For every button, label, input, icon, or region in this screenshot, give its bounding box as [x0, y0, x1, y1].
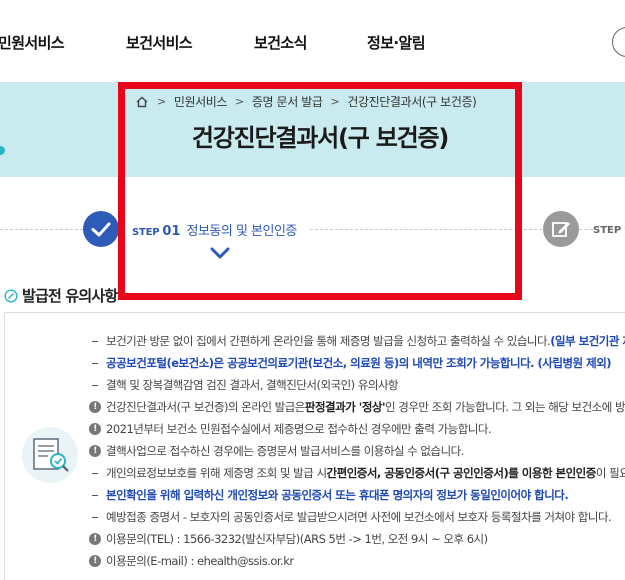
- breadcrumb-item-civil-service[interactable]: 민원서비스: [174, 93, 228, 110]
- notice-text: 이 필요: [595, 466, 625, 480]
- step2-step-text: STEP: [593, 225, 622, 236]
- notice-item: 예방접종 증명서 - 보호자의 공동인증서로 발급받으시려면 사전에 보건소에서…: [88, 506, 625, 528]
- chevron-down-icon: [210, 247, 230, 259]
- notice-item: ! 2021년부터 보건소 민원접수실에서 제증명으로 접수하신 경우에만 출력…: [88, 418, 625, 440]
- breadcrumb-separator: >: [157, 95, 166, 108]
- step1-step-text: STEP: [132, 227, 160, 238]
- search-circle-icon[interactable]: [612, 27, 625, 57]
- notice-item: 공공보건포털(e보건소)은 공공보건의료기관(보건소, 의료원 등)의 내역만 …: [88, 352, 625, 374]
- document-search-icon: [22, 427, 78, 483]
- section-title: 발급전 유의사항: [22, 287, 118, 305]
- page-title: 건강진단결과서(구 보건증): [191, 124, 450, 152]
- notice-item: 개인의료정보보호를 위해 제증명 조회 및 발급 시 간편인증서, 공동인증서(…: [88, 462, 625, 484]
- exclamation-icon: !: [88, 423, 102, 435]
- home-icon[interactable]: [135, 95, 149, 109]
- breadcrumb: > 민원서비스 > 증명 문서 발급 > 건강진단결과서(구 보건증): [135, 93, 515, 110]
- step1-check-icon: [83, 211, 119, 247]
- notice-item: ! 건강진단결과서(구 보건증)의 온라인 발급은 판정결과가 '정상' 인 경우…: [88, 396, 625, 418]
- step2-pencil-icon: [543, 211, 579, 247]
- breadcrumb-item-certificate[interactable]: 증명 문서 발급: [252, 93, 323, 110]
- notice-item: ! 이용문의(E-mail) : ehealth@ssis.or.kr: [88, 550, 625, 572]
- nav-item-civil-service[interactable]: 민원서비스: [0, 32, 65, 53]
- notice-text: 이용문의(TEL) : 1566-3232(발신자부담)(ARS 5번 -> 1…: [106, 532, 488, 546]
- notice-text: 결핵사업으로 접수하신 경우에는 증명문서 발급서비스를 이용하실 수 없습니다…: [106, 444, 464, 458]
- notice-item: 본인확인을 위해 입력하신 개인정보와 공동인증서 또는 휴대폰 명의자의 정보…: [88, 484, 625, 506]
- notice-item: 보건기관 방문 없이 집에서 간편하게 온라인을 통해 제증명 발급을 신청하고…: [88, 330, 625, 352]
- step-connector-line: [310, 229, 542, 230]
- section-heading: 발급전 유의사항: [4, 285, 118, 306]
- step1-number: 01: [162, 224, 181, 239]
- notice-text: 건강진단결과서(구 보건증)의 온라인 발급은: [106, 400, 305, 414]
- exclamation-icon: !: [88, 401, 102, 413]
- notice-text-highlight: (일부 보건기관 제: [550, 334, 625, 348]
- notice-item: ! 이용문의(TEL) : 1566-3232(발신자부담)(ARS 5번 ->…: [88, 528, 625, 550]
- dash-bullet: [88, 472, 102, 474]
- exclamation-icon: !: [88, 445, 102, 457]
- notice-item: ! 결핵사업으로 접수하신 경우에는 증명문서 발급서비스를 이용하실 수 없습…: [88, 440, 625, 462]
- step1-label: STEP 01 정보동의 및 본인인증: [132, 220, 297, 239]
- step-connector-line: [579, 229, 593, 230]
- nav-item-health-service[interactable]: 보건서비스: [126, 32, 193, 53]
- breadcrumb-separator: >: [235, 95, 244, 108]
- notice-text-bold: 간편인증서, 공동인증서(구 공인인증서)를 이용한 본인인증: [326, 466, 597, 480]
- info-circle-icon: [4, 288, 18, 303]
- breadcrumb-item-health-cert[interactable]: 건강진단결과서(구 보건증): [347, 93, 476, 110]
- notice-text: 예방접종 증명서 - 보호자의 공동인증서로 발급받으시려면 사전에 보건소에서…: [106, 510, 612, 524]
- top-nav: 민원서비스 보건서비스 보건소식 정보·알림: [0, 0, 625, 82]
- nav-item-info-notice[interactable]: 정보·알림: [367, 32, 426, 53]
- notice-list: 보건기관 방문 없이 집에서 간편하게 온라인을 통해 제증명 발급을 신청하고…: [88, 330, 625, 572]
- notice-text: 본인확인을 위해 입력하신 개인정보와 공동인증서 또는 휴대폰 명의자의 정보…: [106, 488, 569, 502]
- notice-text: 개인의료정보보호를 위해 제증명 조회 및 발급 시: [106, 466, 327, 480]
- notice-item: 결핵 및 장복결핵감염 검진 결과서, 결핵진단서(외국인) 유의사항: [88, 374, 625, 396]
- dash-bullet: [88, 362, 102, 364]
- nav-item-health-news[interactable]: 보건소식: [254, 32, 307, 53]
- notice-text: 이용문의(E-mail) : ehealth@ssis.or.kr: [106, 554, 294, 568]
- breadcrumb-separator: >: [330, 95, 340, 108]
- notice-text: 결핵 및 장복결핵감염 검진 결과서, 결핵진단서(외국인) 유의사항: [106, 378, 399, 392]
- notice-text: 2021년부터 보건소 민원접수실에서 제증명으로 접수하신 경우에만 출력 가…: [106, 422, 492, 436]
- step1-title: 정보동의 및 본인인증: [186, 224, 297, 239]
- exclamation-icon: !: [88, 533, 102, 545]
- dash-bullet: [88, 384, 102, 386]
- step-connector-line: [0, 229, 83, 230]
- step2-label: STEP 0: [593, 222, 625, 237]
- notice-text: 인 경우만 조회 가능합니다. 그 외는 해당 보건소에 방: [385, 400, 625, 414]
- dash-bullet: [88, 340, 102, 342]
- notice-text-bold: 판정결과가 '정상': [304, 400, 386, 414]
- notice-text: 보건기관 방문 없이 집에서 간편하게 온라인을 통해 제증명 발급을 신청하고…: [106, 334, 551, 348]
- notice-text: 공공보건포털(e보건소)은 공공보건의료기관(보건소, 의료원 등)의 내역만 …: [106, 356, 612, 370]
- dash-bullet: [88, 516, 102, 518]
- exclamation-icon: !: [88, 555, 102, 567]
- dash-bullet: [88, 494, 102, 496]
